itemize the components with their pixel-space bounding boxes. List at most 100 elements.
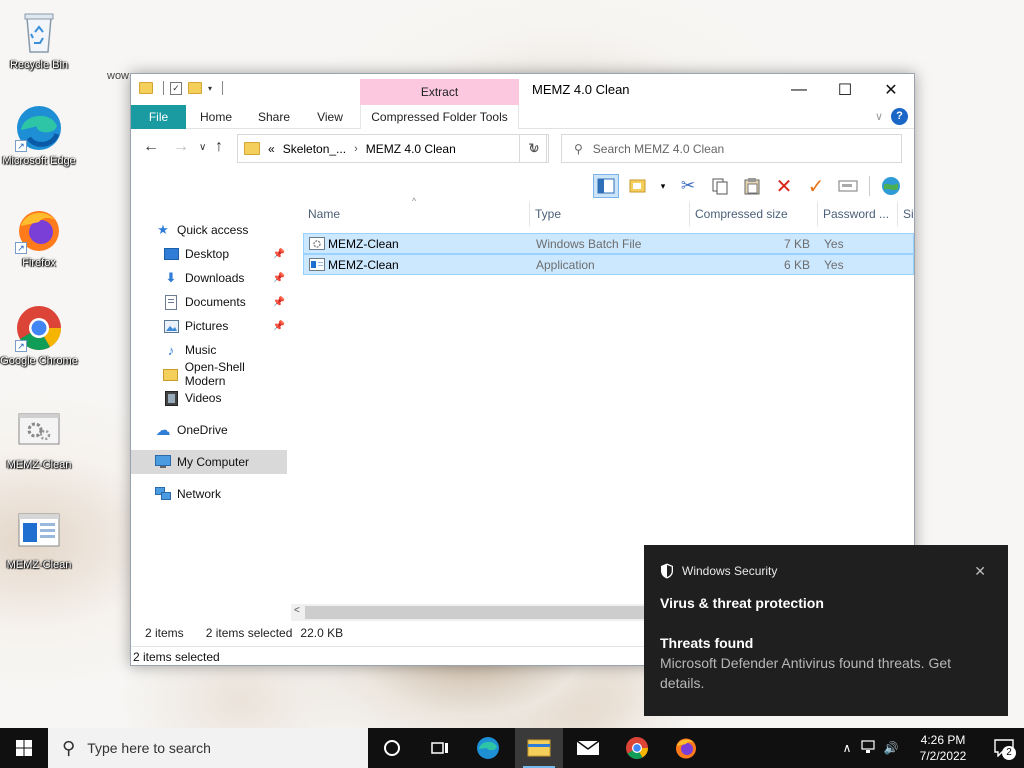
- refresh-button[interactable]: ↻: [519, 134, 549, 163]
- taskbar-search-box[interactable]: ⚲ Type here to search: [48, 728, 368, 768]
- clock[interactable]: 4:26 PM 7/2/2022: [902, 732, 984, 764]
- nav-label: Network: [177, 487, 222, 501]
- volume-icon[interactable]: 🔊: [880, 741, 902, 755]
- nav-item-videos[interactable]: Videos: [163, 386, 287, 410]
- recent-locations-button[interactable]: ∨: [199, 142, 206, 153]
- table-row[interactable]: MEMZ-Clean Windows Batch File 7 KB Yes: [303, 233, 914, 254]
- customize-qat-icon[interactable]: ▾: [208, 84, 212, 93]
- breadcrumb-item[interactable]: Skeleton_...: [283, 142, 346, 156]
- test-archive-icon[interactable]: ✓: [803, 174, 829, 198]
- nav-item-desktop[interactable]: Desktop 📌: [163, 242, 287, 266]
- rename-icon[interactable]: [835, 174, 861, 198]
- nav-label: Documents: [185, 295, 246, 309]
- column-header-name[interactable]: Name: [303, 202, 530, 226]
- search-input[interactable]: Search MEMZ 4.0 Clean: [593, 142, 724, 156]
- forward-button[interactable]: →: [173, 138, 189, 156]
- up-button[interactable]: ↑: [215, 138, 223, 156]
- delete-icon[interactable]: ✕: [771, 174, 797, 198]
- nav-onedrive[interactable]: ☁ OneDrive: [155, 418, 287, 442]
- desktop-icon-edge[interactable]: ↗ Microsoft Edge: [0, 104, 78, 168]
- nav-my-computer[interactable]: My Computer: [131, 450, 287, 474]
- taskbar: ⚲ Type here to search ∧ 🔊 4:26 PM 7/2/20…: [0, 728, 1024, 768]
- nav-item-music[interactable]: ♪ Music: [163, 338, 287, 362]
- nav-label: My Computer: [177, 455, 250, 469]
- desktop-icon: [163, 246, 179, 262]
- new-item-button[interactable]: [625, 174, 651, 198]
- action-center-button[interactable]: 2: [984, 728, 1024, 768]
- network-status-icon[interactable]: [858, 739, 880, 757]
- nav-network[interactable]: Network: [155, 482, 287, 506]
- pin-icon[interactable]: 📌: [273, 249, 285, 260]
- new-folder-icon[interactable]: [188, 82, 202, 94]
- tab-view[interactable]: View: [309, 105, 351, 129]
- address-bar[interactable]: « Skeleton_... › MEMZ 4.0 Clean ∨: [237, 134, 547, 163]
- taskbar-edge[interactable]: [464, 728, 512, 768]
- table-row[interactable]: MEMZ-Clean Application 6 KB Yes: [303, 254, 914, 275]
- file-name: MEMZ-Clean: [328, 258, 399, 272]
- tab-home[interactable]: Home: [194, 105, 238, 129]
- taskbar-file-explorer[interactable]: [515, 728, 563, 768]
- pin-icon[interactable]: 📌: [273, 321, 285, 332]
- column-header-password[interactable]: Password ...: [818, 202, 898, 226]
- desktop-icon-memz-app[interactable]: MEMZ-Clean: [0, 508, 78, 572]
- chevron-up-icon[interactable]: ∧: [836, 741, 858, 755]
- batch-file-icon: [309, 237, 325, 250]
- pin-icon[interactable]: 📌: [273, 273, 285, 284]
- properties-icon[interactable]: ✓: [170, 81, 182, 95]
- desktop-icon-label: MEMZ-Clean: [6, 559, 72, 571]
- start-button[interactable]: [0, 728, 48, 768]
- column-header-size[interactable]: Si: [898, 202, 914, 226]
- column-header-compressed-size[interactable]: Compressed size: [690, 202, 818, 226]
- taskbar-chrome[interactable]: [613, 728, 661, 768]
- scroll-left-icon[interactable]: <: [294, 605, 300, 616]
- cut-icon[interactable]: ✂: [675, 174, 701, 198]
- scrollbar-thumb[interactable]: [305, 606, 665, 619]
- taskbar-mail[interactable]: [564, 728, 612, 768]
- cortana-button[interactable]: [368, 728, 416, 768]
- desktop-icon-firefox[interactable]: ↗ Firefox: [0, 206, 78, 270]
- dropdown-icon[interactable]: ▾: [657, 174, 669, 198]
- breadcrumb-overflow[interactable]: «: [268, 142, 275, 156]
- edge-icon: ↗: [15, 104, 63, 152]
- nav-quick-access[interactable]: ★ Quick access: [155, 218, 311, 242]
- application-icon: [15, 508, 63, 556]
- paste-icon[interactable]: [739, 174, 765, 198]
- taskbar-firefox[interactable]: [662, 728, 710, 768]
- task-view-button[interactable]: [416, 728, 464, 768]
- tab-file[interactable]: File: [131, 105, 186, 129]
- expand-ribbon-icon[interactable]: ∨: [875, 110, 883, 123]
- desktop-icon-label: Microsoft Edge: [2, 155, 76, 167]
- nav-item-documents[interactable]: Documents 📌: [163, 290, 287, 314]
- desktop-icon-chrome[interactable]: ↗ Google Chrome: [0, 304, 78, 368]
- globe-icon[interactable]: [878, 174, 904, 198]
- nav-item-pictures[interactable]: Pictures 📌: [163, 314, 287, 338]
- pictures-icon: [163, 318, 179, 334]
- help-icon[interactable]: ?: [891, 108, 908, 125]
- taskbar-search-input[interactable]: Type here to search: [87, 740, 211, 756]
- column-header-type[interactable]: Type: [530, 202, 690, 226]
- breadcrumb-item[interactable]: MEMZ 4.0 Clean: [366, 142, 456, 156]
- nav-item-downloads[interactable]: ⬇ Downloads 📌: [163, 266, 287, 290]
- close-button[interactable]: ✕: [868, 74, 914, 105]
- tab-compressed-folder-tools[interactable]: Compressed Folder Tools: [360, 105, 519, 129]
- cloud-icon: ☁: [155, 422, 171, 439]
- back-button[interactable]: ←: [143, 138, 159, 156]
- desktop-icon-recycle-bin[interactable]: Recycle Bin: [0, 8, 78, 72]
- maximize-button[interactable]: ☐: [822, 74, 868, 105]
- copy-icon[interactable]: [707, 174, 733, 198]
- chrome-icon: ↗: [15, 304, 63, 352]
- title-bar[interactable]: ✓ ▾ Extract MEMZ 4.0 Clean — ☐ ✕: [131, 74, 914, 105]
- preview-pane-button[interactable]: [593, 174, 619, 198]
- close-icon[interactable]: ✕: [974, 563, 986, 580]
- desktop-icon-memz-batch[interactable]: MEMZ-Clean: [0, 408, 78, 472]
- search-box[interactable]: ⚲ Search MEMZ 4.0 Clean: [561, 134, 902, 163]
- windows-security-notification[interactable]: Windows Security ✕ Virus & threat protec…: [644, 545, 1008, 716]
- pin-icon[interactable]: 📌: [273, 297, 285, 308]
- chevron-right-icon[interactable]: ›: [354, 143, 358, 155]
- folder-icon: [139, 82, 153, 94]
- tab-share[interactable]: Share: [252, 105, 296, 129]
- navigation-pane: ★ Quick access Desktop 📌 ⬇ Downloads 📌 D…: [131, 202, 291, 607]
- star-icon: ★: [157, 222, 169, 237]
- minimize-button[interactable]: —: [776, 74, 822, 105]
- nav-item-open-shell[interactable]: Open-Shell Modern: [163, 360, 287, 388]
